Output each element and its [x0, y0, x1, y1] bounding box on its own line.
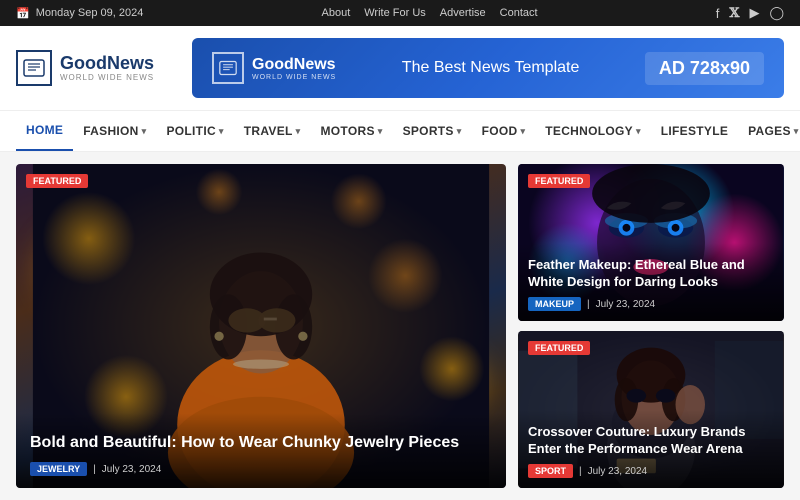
brand-name: GoodNews [60, 54, 154, 74]
ad-brand: GoodNews [252, 56, 336, 74]
facebook-icon[interactable]: f [716, 6, 720, 21]
top-bar: 📅 Monday Sep 09, 2024 About Write For Us… [0, 0, 800, 26]
main-card-overlay: Bold and Beautiful: How to Wear Chunky J… [16, 413, 506, 488]
ad-logo: GoodNews WORLD WIDE NEWS [212, 52, 336, 84]
nav-motors[interactable]: MOTORS ▾ [311, 112, 393, 150]
nav-contact[interactable]: Contact [500, 7, 538, 19]
ad-banner[interactable]: GoodNews WORLD WIDE NEWS The Best News T… [192, 38, 784, 98]
sport-card-overlay: Crossover Couture: Luxury Brands Enter t… [518, 410, 784, 488]
nav-about[interactable]: About [322, 7, 351, 19]
makeup-card-overlay: Feather Makeup: Ethereal Blue and White … [518, 243, 784, 321]
chevron-down-icon: ▾ [296, 126, 301, 137]
date-text: Monday Sep 09, 2024 [36, 7, 144, 19]
makeup-date-sep: | [587, 299, 590, 310]
nav-technology[interactable]: TECHNOLOGY ▾ [535, 112, 651, 150]
sport-card-date: July 23, 2024 [588, 466, 648, 477]
ad-logo-text: GoodNews WORLD WIDE NEWS [252, 56, 336, 81]
nav-fashion[interactable]: FASHION ▾ [73, 112, 156, 150]
sport-date-sep: | [579, 466, 582, 477]
twitter-x-icon[interactable]: 𝕏 [729, 5, 739, 21]
sport-card[interactable]: Featured Crossover Couture: Luxury Brand… [518, 331, 784, 488]
chevron-down-icon: ▾ [219, 126, 224, 137]
chevron-down-icon: ▾ [794, 126, 799, 137]
top-bar-date-section: 📅 Monday Sep 09, 2024 [16, 7, 143, 20]
chevron-down-icon: ▾ [457, 126, 462, 137]
main-card-meta: JEWELRY | July 23, 2024 [30, 462, 492, 476]
makeup-card-date: July 23, 2024 [596, 299, 656, 310]
logo[interactable]: GoodNews WORLD WIDE NEWS [16, 50, 176, 86]
main-date-separator: | [93, 464, 96, 475]
nav-sports[interactable]: SPORTS ▾ [393, 112, 472, 150]
ad-tagline: The Best News Template [352, 59, 629, 77]
chevron-down-icon: ▾ [636, 126, 641, 137]
nav-travel[interactable]: TRAVEL ▾ [234, 112, 311, 150]
chevron-down-icon: ▾ [142, 126, 147, 137]
nav-home[interactable]: HOME [16, 111, 73, 151]
nav-politic[interactable]: POLITIC ▾ [156, 112, 233, 150]
featured-badge-card2: Featured [528, 341, 590, 355]
nav-pages[interactable]: PAGES ▾ [738, 112, 800, 150]
chevron-down-icon: ▾ [520, 126, 525, 137]
ad-sub: WORLD WIDE NEWS [252, 74, 336, 81]
top-bar-nav: About Write For Us Advertise Contact [322, 7, 538, 19]
header: GoodNews WORLD WIDE NEWS GoodNews WORLD … [0, 26, 800, 110]
main-card-date: July 23, 2024 [102, 464, 162, 475]
main-tag-badge[interactable]: JEWELRY [30, 462, 87, 476]
logo-icon [16, 50, 52, 86]
content-area: Featured Bold and Beautiful: How to Wear… [0, 152, 800, 500]
main-nav: HOME FASHION ▾ POLITIC ▾ TRAVEL ▾ MOTORS… [0, 110, 800, 152]
nav-food[interactable]: FOOD ▾ [472, 112, 536, 150]
calendar-icon: 📅 [16, 7, 30, 20]
makeup-tag-badge[interactable]: MAKEUP [528, 297, 581, 311]
makeup-card[interactable]: Featured Feather Makeup: Ethereal Blue a… [518, 164, 784, 321]
featured-badge-card1: Featured [528, 174, 590, 188]
ad-logo-icon [212, 52, 244, 84]
nav-advertise[interactable]: Advertise [440, 7, 486, 19]
main-featured-card[interactable]: Featured Bold and Beautiful: How to Wear… [16, 164, 506, 488]
instagram-icon[interactable]: ◯ [769, 5, 784, 21]
social-icons: f 𝕏 ▶ ◯ [716, 5, 784, 21]
logo-text: GoodNews WORLD WIDE NEWS [60, 54, 154, 83]
ad-size: AD 728x90 [645, 52, 764, 85]
sport-card-meta: SPORT | July 23, 2024 [528, 464, 774, 478]
youtube-icon[interactable]: ▶ [749, 5, 759, 21]
chevron-down-icon: ▾ [378, 126, 383, 137]
nav-lifestyle[interactable]: LIFESTYLE [651, 112, 738, 150]
sport-card-title: Crossover Couture: Luxury Brands Enter t… [528, 424, 774, 458]
nav-write-for-us[interactable]: Write For Us [364, 7, 426, 19]
main-card-title: Bold and Beautiful: How to Wear Chunky J… [30, 433, 492, 454]
makeup-card-meta: MAKEUP | July 23, 2024 [528, 297, 774, 311]
right-column: Featured Feather Makeup: Ethereal Blue a… [518, 164, 784, 488]
brand-sub: WORLD WIDE NEWS [60, 74, 154, 83]
sport-tag-badge[interactable]: SPORT [528, 464, 573, 478]
featured-badge-main: Featured [26, 174, 88, 188]
makeup-card-title: Feather Makeup: Ethereal Blue and White … [528, 257, 774, 291]
